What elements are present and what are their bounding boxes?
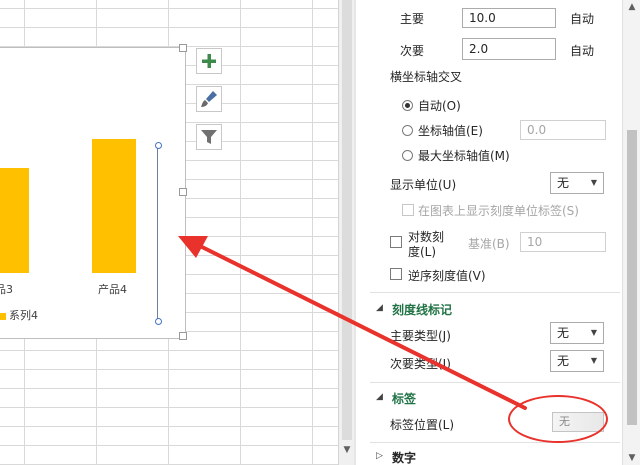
annotation-arrow (178, 236, 527, 410)
